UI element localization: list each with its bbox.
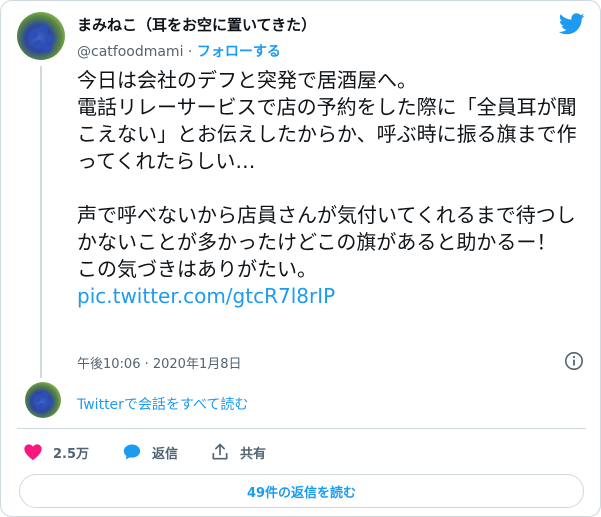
author-handle-row: @catfoodmami · フォローする — [77, 41, 281, 61]
like-count: 2.5万 — [53, 446, 90, 462]
thread-avatar[interactable] — [25, 382, 61, 418]
heart-icon — [24, 444, 42, 460]
tweet-body: 今日は会社のデフと突発で居酒屋へ。 電話リレーサービスで店の予約をした際に「全員… — [77, 67, 592, 310]
author-display-name[interactable]: まみねこ（耳をお空に置いてきた） — [77, 14, 316, 35]
follow-button[interactable]: フォローする — [197, 44, 281, 60]
share-button[interactable]: 共有 — [210, 442, 266, 462]
twitter-bird-icon[interactable] — [559, 13, 585, 35]
thread-connector-line — [40, 66, 42, 378]
tweet-card: まみねこ（耳をお空に置いてきた） @catfoodmami · フォローする 今… — [0, 0, 601, 517]
reply-button[interactable]: 返信 — [122, 442, 178, 462]
tweet-text: 今日は会社のデフと突発で居酒屋へ。 電話リレーサービスで店の予約をした際に「全員… — [77, 68, 577, 281]
tweet-media-link[interactable]: pic.twitter.com/gtcR7l8rIP — [77, 284, 335, 308]
handle-separator: · — [187, 44, 193, 60]
info-icon[interactable] — [564, 351, 584, 371]
tweet-timestamp[interactable]: 午後10:06 · 2020年1月8日 — [77, 353, 242, 372]
reply-bubble-icon — [123, 444, 141, 460]
share-icon — [212, 443, 228, 460]
read-replies-button[interactable]: 49件の返信を読む — [19, 474, 584, 508]
actions-divider — [17, 428, 586, 429]
author-handle[interactable]: @catfoodmami — [77, 44, 183, 60]
author-avatar[interactable] — [17, 12, 65, 60]
share-label: 共有 — [240, 446, 267, 462]
like-button[interactable]: 2.5万 — [23, 442, 89, 462]
reply-label: 返信 — [152, 446, 179, 462]
read-conversation-link[interactable]: Twitterで会話をすべて読む — [77, 394, 248, 414]
